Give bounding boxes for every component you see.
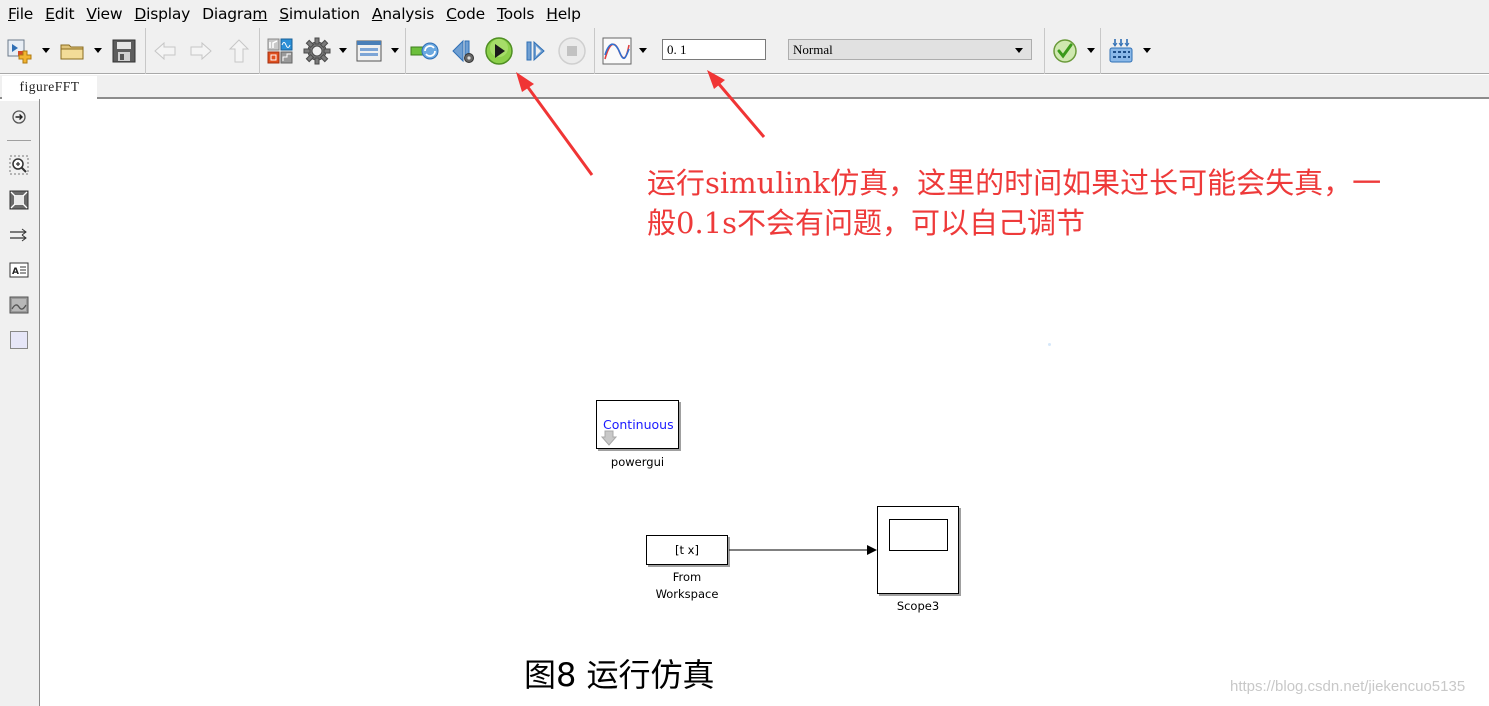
powergui-block[interactable]: Continuous	[596, 400, 679, 449]
annotation-line-1: 运行simulink仿真，这里的时间如果过长可能会失真，一	[647, 166, 1382, 200]
build-icon	[1109, 39, 1133, 63]
model-explorer-icon	[356, 40, 382, 62]
library-browser-button[interactable]	[265, 36, 295, 66]
annotation-text: 运行simulink仿真，这里的时间如果过长可能会失真，一 般0.1s不会有问题…	[647, 163, 1487, 243]
model-explorer-button[interactable]	[354, 36, 384, 66]
menu-view[interactable]: View	[80, 0, 128, 28]
step-forward-icon	[526, 40, 545, 62]
model-advisor-dropdown[interactable]	[1087, 48, 1095, 53]
svg-text:A: A	[12, 267, 19, 277]
model-config-button[interactable]	[302, 36, 332, 66]
model-tab-strip: figureFFT	[0, 75, 1489, 99]
forward-button[interactable]	[186, 36, 216, 66]
open-folder-icon	[60, 44, 84, 60]
run-icon	[485, 37, 513, 65]
back-button[interactable]	[150, 36, 180, 66]
toolbar-separator	[1100, 28, 1101, 74]
step-forward-button[interactable]	[520, 36, 550, 66]
menu-help[interactable]: Help	[540, 0, 587, 28]
model-config-icon	[303, 37, 331, 65]
image-button[interactable]	[9, 295, 29, 315]
hide-explorer-button[interactable]	[9, 107, 29, 127]
build-button[interactable]	[1106, 36, 1136, 66]
from-workspace-block[interactable]: [t x]	[646, 535, 728, 565]
library-browser-icon	[267, 38, 293, 64]
hide-explorer-icon	[12, 110, 26, 124]
menu-simulation[interactable]: Simulation	[273, 0, 366, 28]
build-dropdown[interactable]	[1143, 48, 1151, 53]
tab-figurefft[interactable]: figureFFT	[2, 76, 97, 99]
update-diagram-button[interactable]	[410, 36, 440, 66]
zoom-icon	[9, 155, 29, 175]
annotation-button[interactable]: A	[9, 260, 29, 280]
toolbar-separator	[405, 28, 406, 74]
model-explorer-dropdown[interactable]	[391, 48, 399, 53]
from-workspace-label-line1: From	[672, 570, 702, 584]
open-button[interactable]	[57, 36, 87, 66]
new-model-button[interactable]	[4, 36, 34, 66]
scope-label: Scope3	[896, 599, 940, 613]
annotation-line-2: 般0.1s不会有问题，可以自己调节	[647, 206, 1086, 240]
simulation-mode-select[interactable]: Normal	[788, 39, 1032, 60]
menu-display[interactable]: Display	[128, 0, 196, 28]
menu-edit[interactable]: Edit	[39, 0, 80, 28]
powergui-label: powergui	[610, 455, 665, 469]
data-inspector-dropdown[interactable]	[639, 48, 647, 53]
palette: A	[0, 101, 39, 706]
menu-code[interactable]: Code	[440, 0, 491, 28]
from-workspace-content: [t x]	[675, 543, 699, 557]
new-model-icon	[7, 39, 32, 64]
up-button[interactable]	[224, 36, 254, 66]
model-advisor-button[interactable]	[1050, 36, 1080, 66]
stop-time-input[interactable]: 0. 1	[662, 39, 766, 60]
toolbar-separator	[594, 28, 595, 74]
scope-block[interactable]	[877, 506, 959, 594]
fit-to-view-button[interactable]	[9, 190, 29, 210]
menu-tools[interactable]: Tools	[491, 0, 540, 28]
scope-screen-icon	[889, 519, 948, 551]
toolbar-separator	[259, 28, 260, 74]
model-advisor-icon	[1053, 39, 1077, 63]
chevron-down-icon	[1015, 48, 1023, 53]
arrow-down-icon	[601, 430, 617, 446]
step-back-button[interactable]	[448, 36, 478, 66]
route-lines-icon	[10, 228, 27, 242]
open-dropdown[interactable]	[94, 48, 102, 53]
forward-icon	[190, 41, 212, 61]
new-model-dropdown[interactable]	[42, 48, 50, 53]
update-diagram-icon	[410, 42, 439, 60]
zoom-button[interactable]	[9, 155, 29, 175]
simulation-mode-value: Normal	[793, 42, 833, 57]
back-icon	[154, 41, 176, 61]
menu-analysis[interactable]: Analysis	[366, 0, 440, 28]
toolbar-separator	[1044, 28, 1045, 74]
watermark: https://blog.csdn.net/jiekencuo5135	[1230, 678, 1466, 695]
area-button[interactable]	[9, 330, 29, 350]
menu-file[interactable]: File	[2, 0, 39, 28]
canvas-marker	[1048, 343, 1051, 346]
palette-separator	[7, 140, 31, 141]
step-back-icon	[452, 39, 474, 63]
up-icon	[228, 39, 250, 63]
fit-to-view-icon	[9, 190, 29, 210]
toolbar-separator	[145, 28, 146, 74]
toolbar: 0. 1 Normal	[0, 28, 1489, 74]
model-config-dropdown[interactable]	[339, 48, 347, 53]
save-icon	[112, 39, 136, 63]
run-button[interactable]	[484, 36, 514, 66]
stop-icon	[558, 37, 586, 65]
annotation-icon: A	[9, 262, 29, 278]
save-button[interactable]	[109, 36, 139, 66]
stop-button[interactable]	[557, 36, 587, 66]
data-inspector-button[interactable]	[602, 36, 632, 66]
data-inspector-icon	[602, 37, 632, 65]
menu-diagram[interactable]: Diagram	[196, 0, 273, 28]
figure-caption: 图8 运行仿真	[524, 656, 715, 694]
route-lines-button[interactable]	[9, 225, 29, 245]
from-workspace-label-line2: Workspace	[655, 587, 719, 601]
area-icon	[10, 331, 28, 349]
menu-bar: File Edit View Display Diagram Simulatio…	[0, 0, 1489, 28]
image-icon	[9, 296, 29, 314]
